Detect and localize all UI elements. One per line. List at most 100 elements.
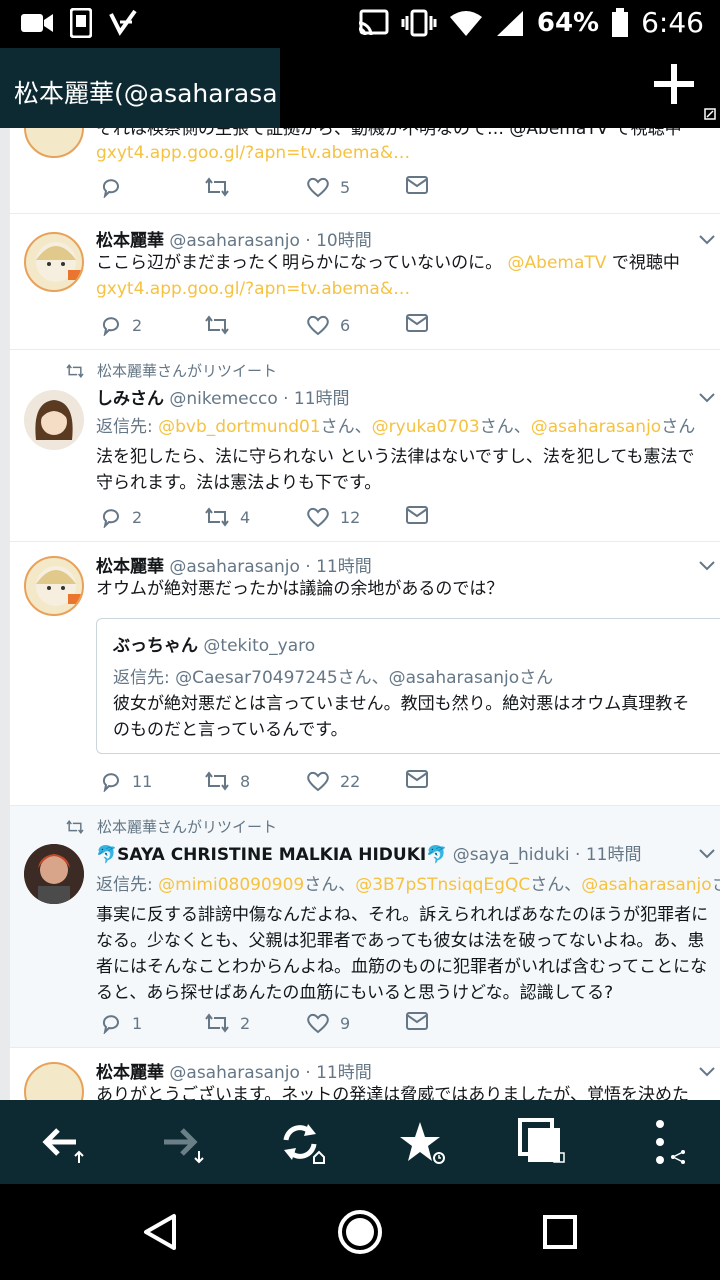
tweet-text: オウムが絶対悪だったかは議論の余地があるのでは？ (96, 579, 504, 599)
share-small-icon (671, 1150, 685, 1164)
quote-text: 彼女が絶対悪だとは言っていません。教団も然り。絶対悪はオウム真理教そ のものだと言… (113, 694, 690, 740)
tweet-actions: 5 (100, 176, 430, 202)
like-button[interactable]: 12 (306, 506, 360, 528)
heart-icon (307, 177, 329, 198)
dm-button[interactable] (406, 1012, 428, 1030)
heart-icon (307, 771, 329, 792)
retweet-button[interactable]: 2 (204, 1012, 250, 1034)
tweet-text: 事実に反する誹謗中傷なんだよね、それ。訴えられればあなたのほうが犯罪者に なる。少… (96, 905, 709, 1003)
tweet-actions: 1 2 9 (100, 1012, 430, 1038)
handle[interactable]: @asaharasanjo (169, 1063, 299, 1083)
android-nav-bar (0, 1184, 720, 1280)
display-name[interactable]: 松本麗華 (96, 231, 164, 251)
dm-button[interactable] (406, 176, 428, 194)
like-button[interactable]: 5 (306, 176, 350, 198)
timestamp: · 11時間 (299, 1063, 372, 1083)
avatar-photo (24, 844, 84, 904)
timestamp: · 11時間 (277, 389, 350, 409)
tweet-actions: 2 6 (100, 314, 430, 340)
timeline[interactable]: それは検察側の主張で証拠から、動機が不明なので… @AbemaTV で視聴中 g… (0, 128, 720, 1100)
tweet-1[interactable]: 松本麗華 @asaharasanjo · 10時間 ここら辺がまだまったく明らか… (10, 214, 720, 350)
handle[interactable]: @asaharasanjo (169, 231, 299, 251)
like-count: 9 (340, 1013, 351, 1033)
like-button[interactable]: 6 (306, 314, 350, 336)
reply-to-line: 返信先: @mimi08090909さん、@3B7pSTnsiqqEgQCさん、… (96, 875, 720, 895)
envelope-icon (406, 176, 428, 194)
tweet-link[interactable]: gxyt4.app.goo.gl/?apn=tv.abema&… (96, 140, 711, 166)
reply-button[interactable]: 1 (100, 1012, 142, 1034)
reply-button[interactable]: 2 (100, 314, 142, 336)
tweet-5[interactable]: 松本麗華 @asaharasanjo · 11時間 ありがとうございます。ネット… (10, 1048, 720, 1100)
avatar[interactable] (24, 232, 84, 292)
display-name[interactable]: しみさん (96, 389, 164, 409)
like-button[interactable]: 22 (306, 770, 360, 792)
tweet-3[interactable]: 松本麗華 @asaharasanjo · 11時間 オウムが絶対悪だったかは議論… (10, 542, 720, 806)
quoted-tweet[interactable]: ぶっちゃん @tekito_yaro 返信先: @Caesar70497245さ… (96, 618, 720, 754)
reply-button[interactable]: 2 (100, 506, 142, 528)
avatar[interactable] (24, 390, 84, 450)
chevron-down-icon[interactable] (698, 560, 716, 572)
tweet-0[interactable]: それは検察側の主張で証拠から、動機が不明なので… @AbemaTV で視聴中 g… (10, 128, 720, 214)
tweet-2[interactable]: 松本麗華さんがリツイート しみさん @nikemecco · 11時間 返信先:… (10, 350, 720, 542)
heart-icon (307, 315, 329, 336)
chevron-down-icon[interactable] (698, 234, 716, 246)
handle[interactable]: @asaharasanjo (169, 557, 299, 577)
tabs-button[interactable] (510, 1114, 570, 1170)
avatar[interactable] (24, 1062, 84, 1100)
home-small-icon (313, 1150, 325, 1164)
tweet-header: 松本麗華 @asaharasanjo · 11時間 (96, 552, 372, 577)
retweet-count: 2 (240, 1013, 251, 1033)
wifi-icon (449, 10, 482, 36)
arrow-down-small-icon (194, 1151, 204, 1164)
tweet-4[interactable]: 松本麗華さんがリツイート 🐬SAYA CHRISTINE MALKIA HIDU… (10, 806, 720, 1048)
chevron-down-icon[interactable] (698, 848, 716, 860)
handle[interactable]: @nikemecco (169, 389, 277, 409)
retweet-button[interactable]: 4 (204, 506, 250, 528)
envelope-icon (406, 770, 428, 788)
tab-title[interactable]: 松本麗華(@asaharasa… (0, 48, 280, 128)
handle[interactable]: @saya_hiduki (453, 845, 570, 865)
timestamp: · 11時間 (569, 845, 642, 865)
bookmark-button[interactable] (390, 1114, 450, 1170)
nav-home-icon[interactable] (337, 1209, 383, 1255)
avatar[interactable] (24, 556, 84, 616)
tweet-header: 🐬SAYA CHRISTINE MALKIA HIDUKI🐬 @saya_hid… (96, 840, 642, 865)
retweet-icon (205, 507, 229, 527)
reload-button[interactable] (270, 1114, 330, 1170)
reply-icon (102, 317, 119, 336)
avatar[interactable] (24, 128, 84, 158)
back-button[interactable] (30, 1114, 90, 1170)
reply-button[interactable] (100, 176, 122, 198)
chevron-down-icon[interactable] (698, 1066, 716, 1078)
mention-link[interactable]: @AbemaTV (508, 253, 607, 273)
dm-button[interactable] (406, 506, 428, 524)
menu-button[interactable] (630, 1114, 690, 1170)
chevron-down-icon[interactable] (698, 392, 716, 404)
avatar[interactable] (24, 844, 84, 904)
forward-button[interactable] (150, 1114, 210, 1170)
dm-button[interactable] (406, 314, 428, 332)
tweet-link[interactable]: gxyt4.app.goo.gl/?apn=tv.abema&… (96, 276, 711, 302)
display-name[interactable]: 松本麗華 (96, 1063, 164, 1083)
avatar-illustration (36, 242, 82, 282)
retweet-button[interactable]: 8 (204, 770, 250, 792)
nav-back-icon[interactable] (140, 1212, 180, 1252)
retweet-button[interactable] (204, 176, 230, 198)
reply-count: 2 (132, 315, 143, 335)
reply-icon (102, 179, 119, 198)
nav-recents-icon[interactable] (542, 1214, 578, 1250)
reply-to-line: 返信先: @bvb_dortmund01さん、@ryuka0703さん、@asa… (96, 417, 696, 437)
dm-button[interactable] (406, 770, 428, 788)
retweet-button[interactable] (204, 314, 230, 336)
plus-icon[interactable] (652, 62, 696, 106)
app-bar: 松本麗華(@asaharasa… (0, 48, 720, 128)
reply-button[interactable]: 11 (100, 770, 152, 792)
reply-count: 1 (132, 1013, 143, 1033)
cell-signal-icon (496, 10, 523, 36)
like-button[interactable]: 9 (306, 1012, 350, 1034)
display-name[interactable]: 🐬SAYA CHRISTINE MALKIA HIDUKI🐬 (96, 845, 447, 865)
window-small-icon (553, 1152, 565, 1163)
timestamp: · 10時間 (299, 231, 372, 251)
display-name[interactable]: 松本麗華 (96, 557, 164, 577)
tweet-text: 法を犯したら、法に守られない という法律はないですし、法を犯しても憲法で 守られま… (96, 447, 695, 493)
